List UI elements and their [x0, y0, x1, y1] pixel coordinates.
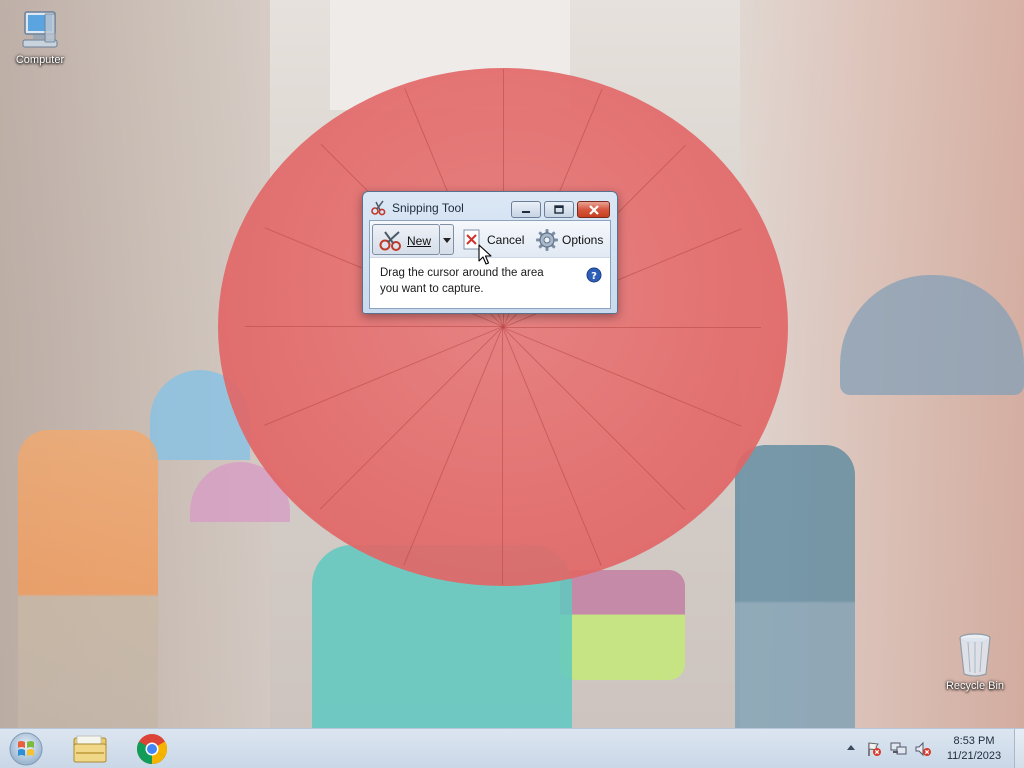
minimize-icon — [512, 202, 540, 217]
start-button[interactable] — [6, 731, 46, 767]
mouse-pointer-icon — [478, 244, 492, 265]
wallpaper-person-blue — [735, 445, 855, 728]
new-snip-mode-dropdown[interactable] — [440, 224, 454, 255]
recycle-bin-icon — [959, 633, 991, 677]
chevron-down-icon — [443, 238, 451, 243]
new-snip-label: New — [407, 234, 432, 248]
computer-icon — [22, 11, 58, 48]
taskbar-google-chrome[interactable] — [124, 732, 180, 766]
capture-instructions: Drag the cursor around the area you want… — [380, 265, 570, 297]
close-button[interactable] — [577, 201, 610, 218]
desktop-icon-recycle-bin[interactable]: Recycle Bin — [937, 630, 1013, 692]
folder-icon — [73, 735, 107, 763]
taskbar-windows-explorer[interactable] — [62, 732, 118, 766]
close-icon — [578, 202, 609, 217]
wallpaper-umbrella-rib — [503, 327, 761, 328]
cancel-button[interactable]: Cancel — [460, 224, 528, 255]
show-desktop-button[interactable] — [1014, 729, 1024, 768]
new-snip-button[interactable]: New — [372, 224, 440, 255]
scissors-icon — [371, 200, 386, 216]
clock-date: 11/21/2023 — [946, 750, 1002, 762]
system-clock[interactable]: 8:53 PM 11/21/2023 — [936, 734, 1012, 764]
desktop-icon-label: Computer — [15, 54, 65, 66]
options-button[interactable]: Options — [535, 224, 609, 255]
wallpaper-umbrella-rib — [245, 326, 503, 327]
desktop-icon-computer[interactable]: Computer — [2, 8, 78, 66]
chrome-icon — [136, 734, 168, 765]
show-hidden-icons-icon[interactable] — [846, 741, 856, 755]
maximize-button[interactable] — [544, 201, 574, 218]
instruction-line-2: you want to capture. — [380, 283, 484, 295]
network-icon[interactable] — [890, 741, 908, 757]
taskbar: 8:53 PM 11/21/2023 — [0, 728, 1024, 768]
volume-muted-icon[interactable] — [914, 741, 932, 757]
windows-start-orb-icon — [9, 732, 43, 766]
desktop-icon-label: Recycle Bin — [945, 680, 1005, 692]
window-title: Snipping Tool — [392, 201, 464, 215]
wallpaper-umbrella-rib — [502, 327, 503, 585]
instruction-line-1: Drag the cursor around the area — [380, 267, 544, 279]
options-label: Options — [562, 233, 604, 247]
desktop-wallpaper — [0, 0, 1024, 728]
clock-time: 8:53 PM — [953, 735, 995, 747]
wallpaper-person-green — [560, 570, 685, 680]
scissors-icon — [379, 231, 401, 251]
svg-text:?: ? — [591, 271, 597, 282]
action-center-flag-icon[interactable] — [866, 741, 882, 757]
minimize-button[interactable] — [511, 201, 541, 218]
wallpaper-person-orange — [18, 430, 158, 728]
maximize-icon — [545, 202, 573, 217]
gear-icon — [536, 229, 558, 251]
cancel-label: Cancel — [487, 233, 525, 247]
window-titlebar[interactable]: Snipping Tool — [363, 192, 617, 220]
help-icon[interactable]: ? — [586, 267, 602, 283]
